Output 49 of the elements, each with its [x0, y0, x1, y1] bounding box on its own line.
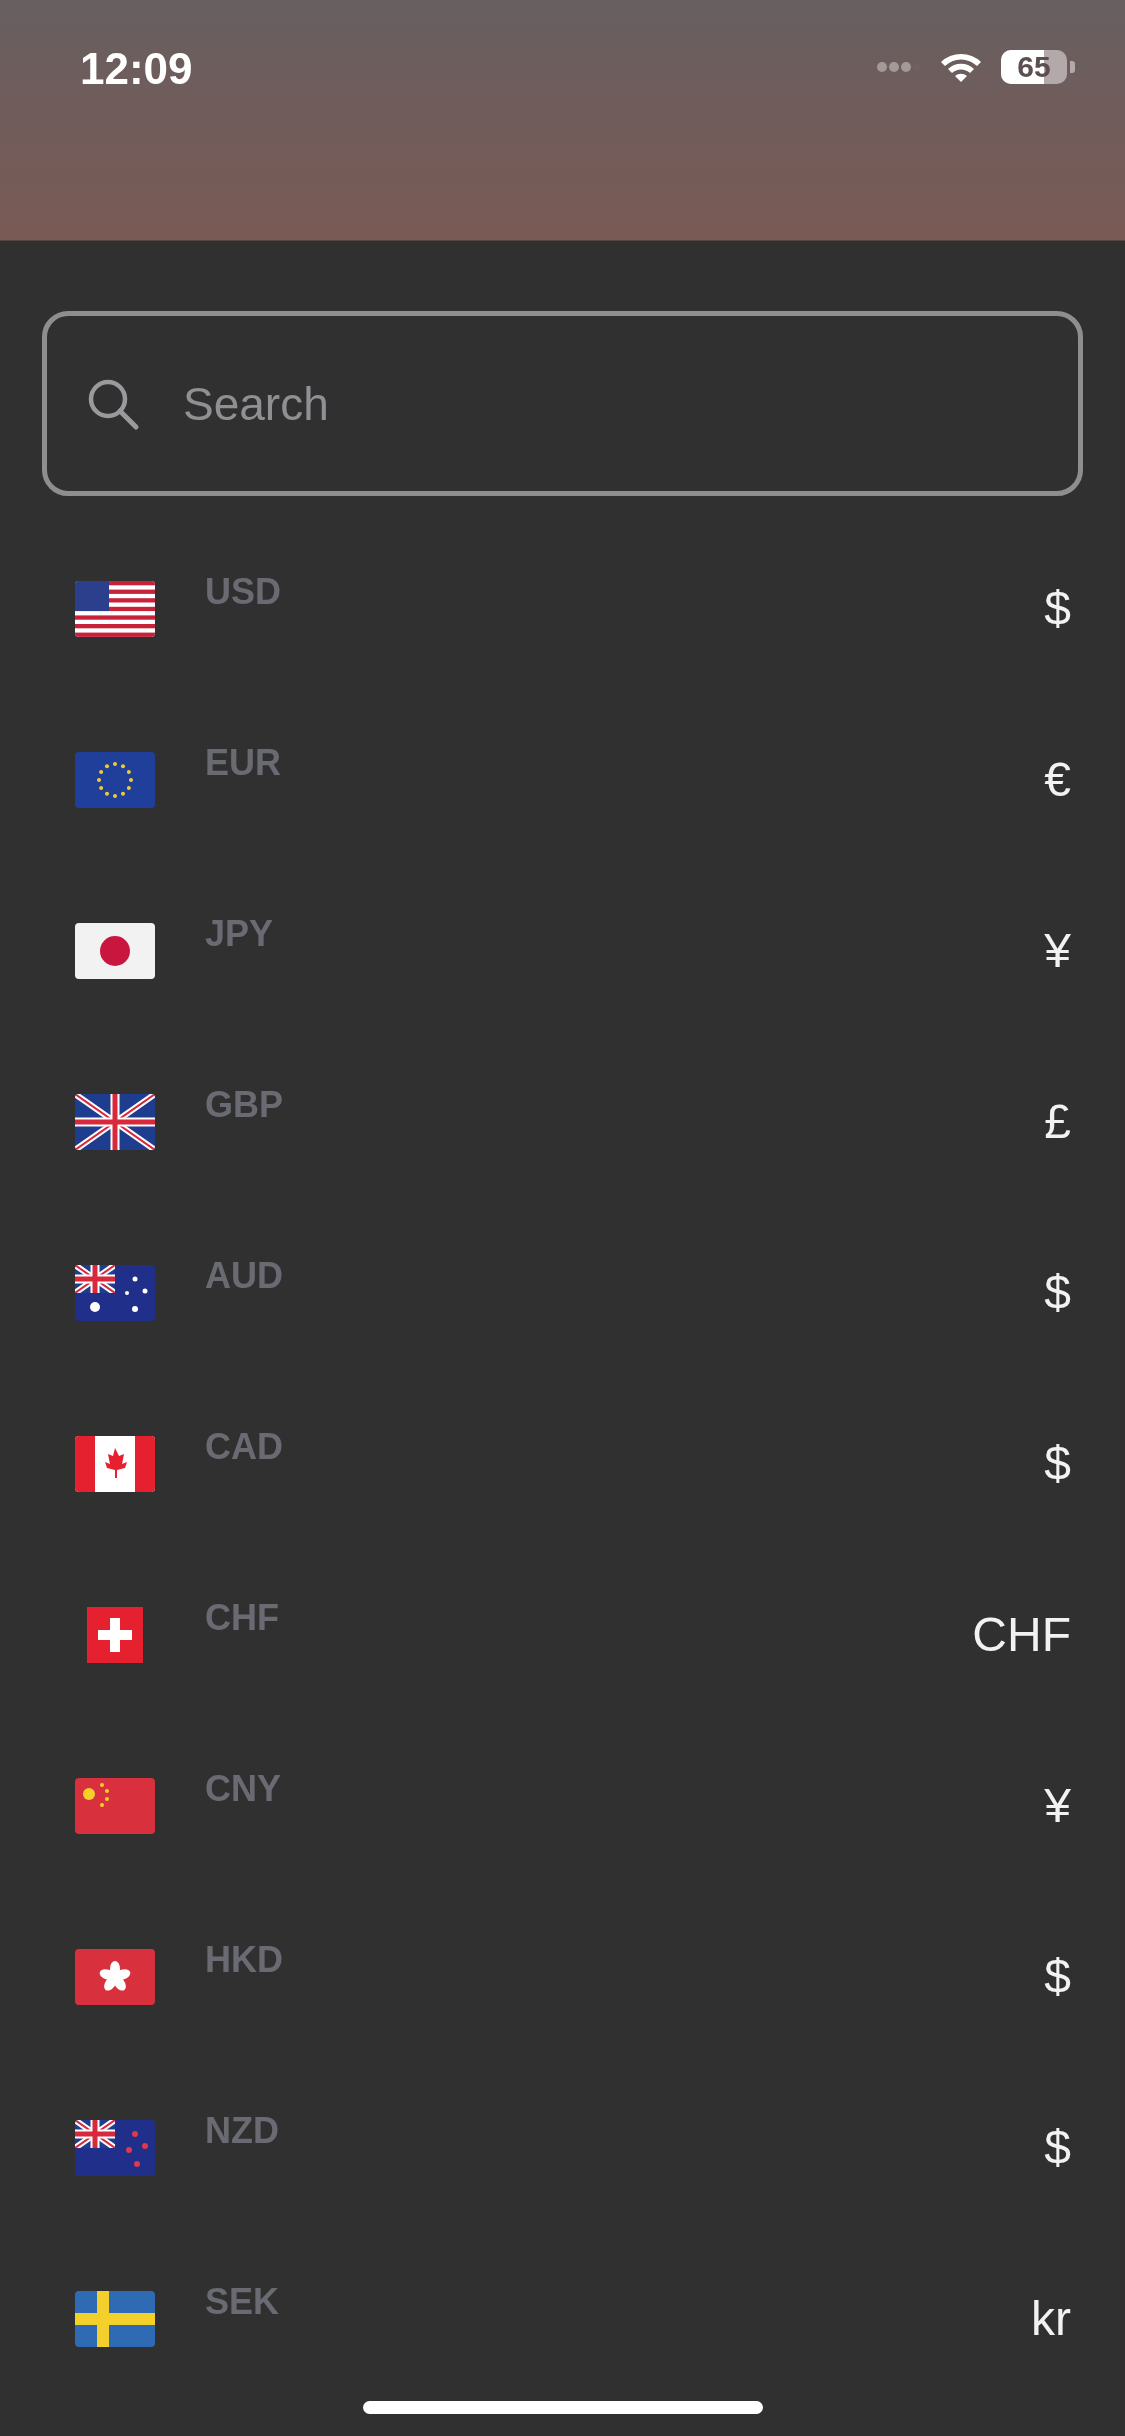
currency-symbol: ¥ [1044, 1778, 1072, 1833]
currency-row[interactable]: CNY ¥ [42, 1720, 1083, 1891]
currency-symbol: ¥ [1044, 923, 1072, 978]
currency-code: EUR [205, 742, 282, 784]
battery-tip [1070, 61, 1075, 73]
currency-row[interactable]: USD $ [42, 523, 1083, 694]
currency-symbol: $ [1044, 581, 1072, 636]
currency-code: CNY [205, 1768, 282, 1810]
status-time: 12:09 [80, 44, 193, 94]
flag-icon [75, 2119, 155, 2176]
currency-row[interactable]: EUR € [42, 694, 1083, 865]
currency-row[interactable]: CHF CHF [42, 1549, 1083, 1720]
currency-row[interactable]: AUD $ [42, 1207, 1083, 1378]
currency-code: GBP [205, 1084, 284, 1126]
currency-code: NZD [205, 2110, 280, 2152]
currency-symbol: € [1044, 752, 1072, 807]
flag-icon [75, 751, 155, 808]
currency-symbol: $ [1044, 2120, 1072, 2175]
currency-code: HKD [205, 1939, 284, 1981]
currency-symbol: CHF [972, 1607, 1072, 1662]
currency-row[interactable]: HKD $ [42, 1891, 1083, 2062]
wifi-icon [939, 51, 983, 83]
flag-icon [75, 1435, 155, 1492]
flag-icon [75, 580, 155, 637]
battery-percentage: 65 [1016, 50, 1052, 84]
currency-symbol: $ [1044, 1949, 1072, 2004]
currency-symbol: $ [1044, 1265, 1072, 1320]
currency-code: CHF [205, 1597, 280, 1639]
currency-row[interactable]: JPY ¥ [42, 865, 1083, 1036]
currency-symbol: $ [1044, 1436, 1072, 1491]
currency-symbol: kr [1031, 2291, 1072, 2346]
currency-row[interactable]: CAD $ [42, 1378, 1083, 1549]
flag-icon [75, 1093, 155, 1150]
currency-code: AUD [205, 1255, 284, 1297]
currency-row[interactable]: SEK kr [42, 2233, 1083, 2404]
search-input[interactable]: Search [181, 375, 1050, 432]
flag-icon [75, 1777, 155, 1834]
currency-code: JPY [205, 913, 275, 955]
currency-row[interactable]: NZD $ [42, 2062, 1083, 2233]
search-field[interactable]: Search [42, 311, 1083, 496]
currency-symbol: £ [1044, 1094, 1072, 1149]
currency-code: CAD [205, 1426, 284, 1468]
currency-code: USD [205, 571, 282, 613]
flag-icon [75, 922, 155, 979]
currency-code: SEK [205, 2281, 281, 2323]
flag-icon [75, 1948, 155, 2005]
flag-icon [75, 2290, 155, 2347]
flag-icon [75, 1264, 155, 1321]
currency-row[interactable]: GBP £ [42, 1036, 1083, 1207]
